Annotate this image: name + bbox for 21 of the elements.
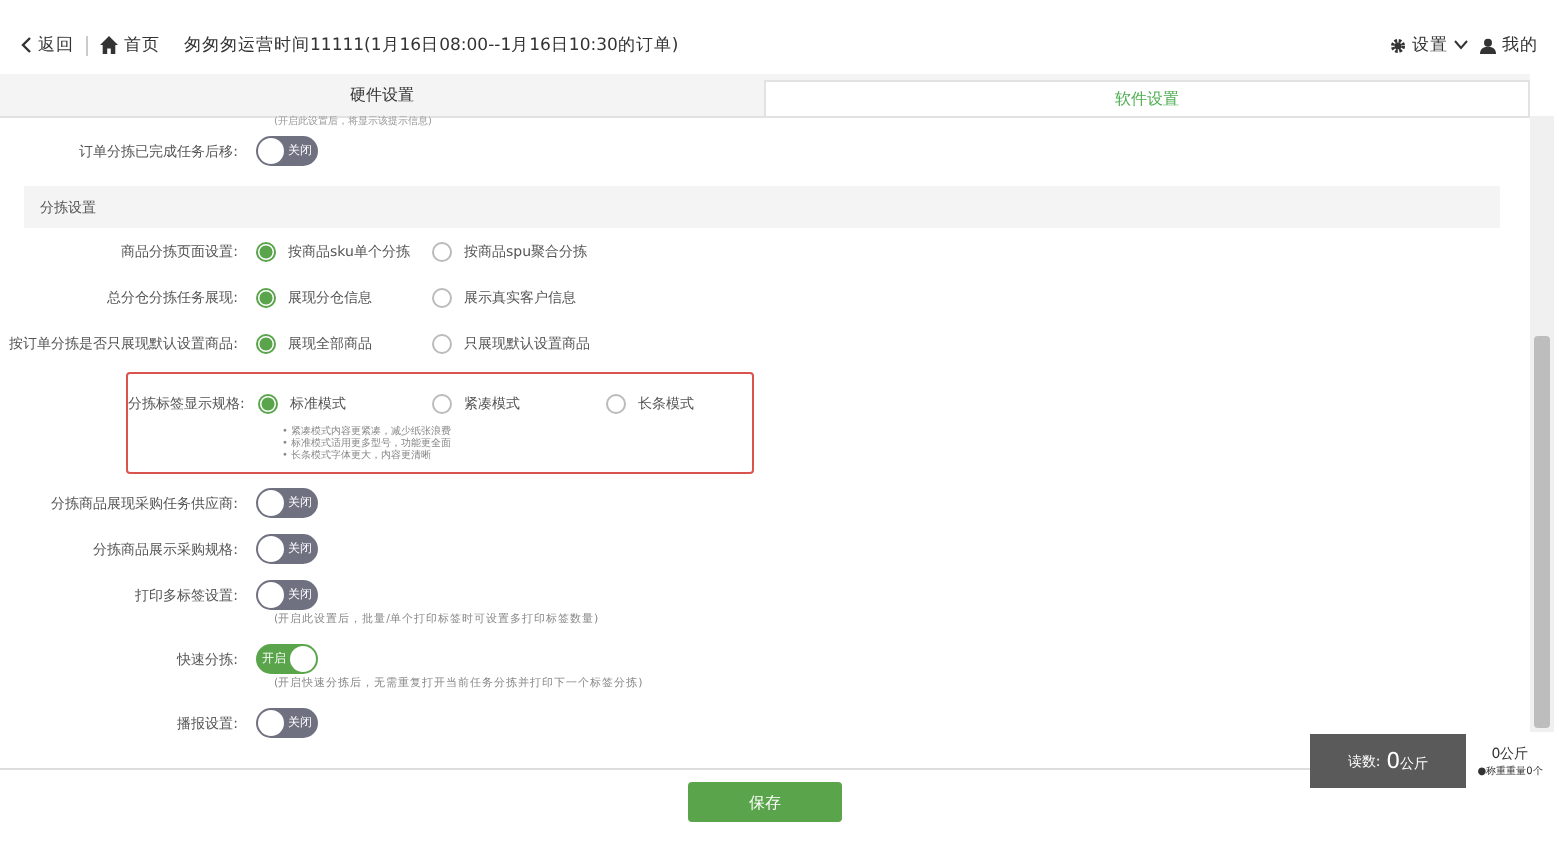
- back-icon: [20, 36, 32, 54]
- settings-menu[interactable]: 设置: [1390, 33, 1468, 57]
- home-link[interactable]: 首页: [100, 33, 160, 57]
- page-title: 匆匆匆运营时间11111(1月16日08:00--1月16日10:30的订单): [184, 33, 679, 57]
- radio-button[interactable]: [256, 241, 276, 261]
- tab[interactable]: 硬件设置: [0, 74, 763, 116]
- radio-button[interactable]: [432, 241, 452, 261]
- radio-button[interactable]: [256, 333, 276, 353]
- radio-button[interactable]: [606, 393, 626, 413]
- back-link[interactable]: 返回: [20, 33, 74, 57]
- user-icon: [1480, 37, 1496, 53]
- scrollbar[interactable]: [1530, 116, 1554, 732]
- radio-button[interactable]: [258, 393, 278, 413]
- settings-icon: [1390, 37, 1406, 53]
- home-icon: [100, 36, 118, 54]
- radio-button[interactable]: [432, 333, 452, 353]
- radio-button[interactable]: [432, 287, 452, 307]
- radio-button[interactable]: [256, 287, 276, 307]
- radio-button[interactable]: [432, 393, 452, 413]
- caret-icon: [1454, 40, 1468, 50]
- user-menu[interactable]: 我的: [1480, 33, 1538, 57]
